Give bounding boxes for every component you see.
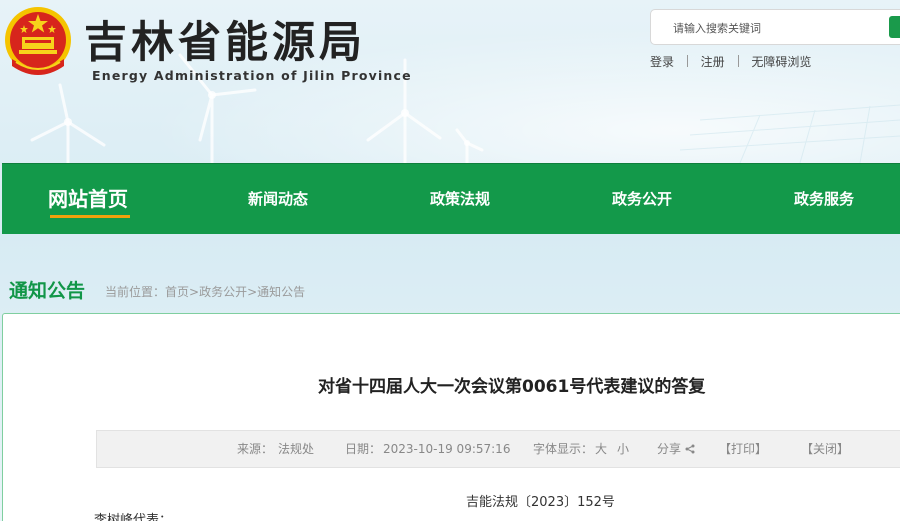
nav-item-policy[interactable]: 政策法规: [430, 164, 490, 235]
nav-item-gov-affairs[interactable]: 政务公开: [612, 164, 672, 235]
site-header: 吉林省能源局 Energy Administration of Jilin Pr…: [0, 0, 900, 163]
font-small-button[interactable]: 小: [617, 431, 629, 467]
font-size-label: 字体显示：: [533, 442, 594, 456]
article-meta-bar: 来源： 法规处 日期： 2023-10-19 09:57:16 字体显示： 大 …: [96, 430, 900, 468]
accessibility-link[interactable]: 无障碍浏览: [751, 55, 811, 69]
link-divider: [737, 55, 739, 67]
site-title: 吉林省能源局: [84, 18, 366, 68]
document-number: 吉能法规〔2023〕152号: [466, 495, 615, 510]
source-value: 法规处: [278, 442, 315, 456]
login-link[interactable]: 登录: [650, 55, 674, 69]
national-emblem-icon: [5, 7, 71, 75]
close-button[interactable]: 【关闭】: [801, 431, 849, 467]
date-value: 2023-10-19 09:57:16: [383, 442, 511, 456]
share-icon: [685, 444, 695, 454]
user-links: 登录 注册 无障碍浏览: [650, 53, 811, 70]
breadcrumb-notices[interactable]: 通知公告: [257, 285, 305, 299]
nav-item-news[interactable]: 新闻动态: [248, 164, 308, 235]
article-title: 对省十四届人大一次会议第0061号代表建议的答复: [318, 377, 706, 397]
section-title: 通知公告: [9, 280, 86, 302]
share-label: 分享: [657, 442, 682, 456]
breadcrumb-prefix: 当前位置：: [105, 285, 166, 299]
breadcrumb-gov-affairs[interactable]: 政务公开: [199, 285, 247, 299]
content-panel: [2, 313, 900, 521]
site-subtitle: Energy Administration of Jilin Province: [92, 68, 412, 83]
search-input[interactable]: [673, 19, 883, 37]
print-button[interactable]: 【打印】: [719, 431, 767, 467]
breadcrumb-home[interactable]: 首页: [165, 285, 189, 299]
nav-item-gov-services[interactable]: 政务服务: [794, 164, 854, 235]
nav-active-indicator: [50, 215, 130, 218]
search-button[interactable]: [889, 16, 900, 38]
date-label: 日期：: [345, 442, 382, 456]
breadcrumb: 当前位置：首页>政务公开>通知公告: [105, 283, 305, 300]
share-button[interactable]: 分享: [657, 431, 695, 467]
source-label: 来源：: [237, 442, 274, 456]
main-nav: 网站首页 新闻动态 政策法规 政务公开 政务服务: [2, 163, 900, 234]
breadcrumb-separator: >: [189, 285, 200, 299]
breadcrumb-separator: >: [247, 285, 258, 299]
search-box: [650, 9, 900, 45]
link-divider: [686, 55, 688, 67]
salutation: 李树峰代表：: [94, 513, 173, 521]
font-large-button[interactable]: 大: [595, 431, 607, 467]
register-link[interactable]: 注册: [701, 55, 725, 69]
nav-item-home[interactable]: 网站首页: [48, 164, 128, 235]
